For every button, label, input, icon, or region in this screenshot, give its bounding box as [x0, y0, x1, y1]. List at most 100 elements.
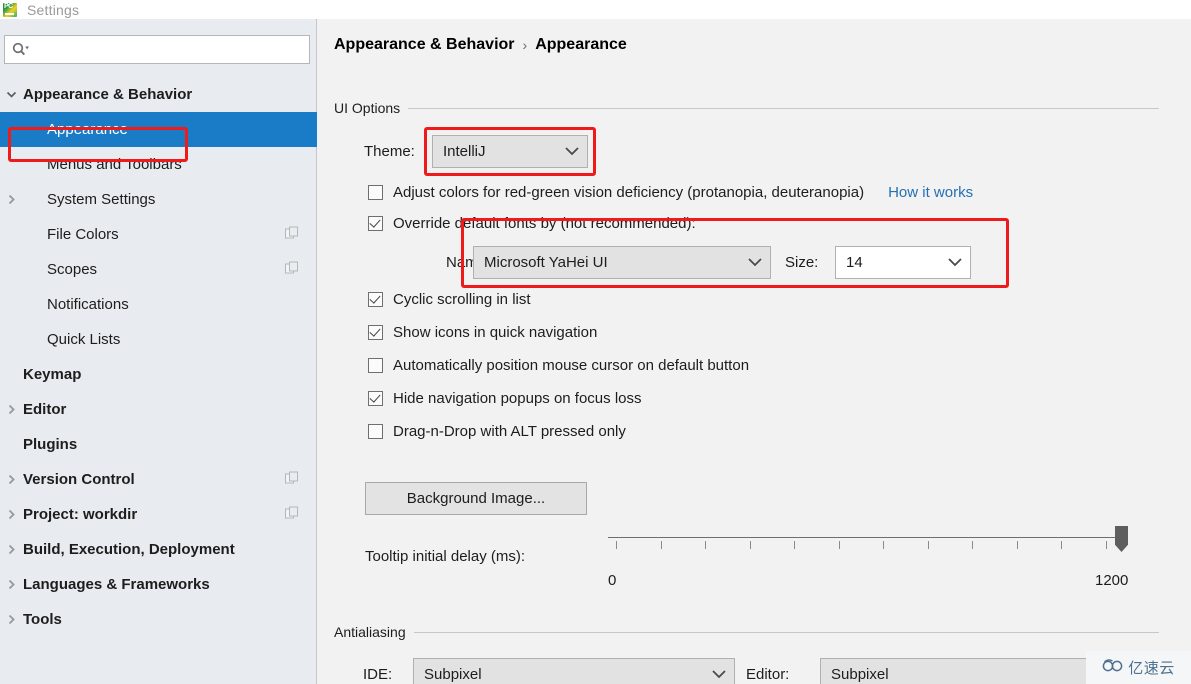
- sidebar-item-editor[interactable]: Editor: [0, 392, 317, 427]
- checkbox[interactable]: [368, 391, 383, 406]
- sidebar-item-label: Languages & Frameworks: [23, 576, 210, 593]
- slider-tick: [928, 541, 929, 549]
- settings-window: Settings Appearance & BehaviorAppearance…: [0, 0, 1191, 684]
- sidebar-item-keymap[interactable]: Keymap: [0, 357, 317, 392]
- ide-antialiasing-combobox[interactable]: Subpixel: [413, 658, 735, 684]
- watermark: 亿速云: [1086, 651, 1191, 684]
- checkbox[interactable]: [368, 292, 383, 307]
- checkbox-label: Cyclic scrolling in list: [393, 291, 531, 308]
- how-it-works-link[interactable]: How it works: [888, 184, 973, 201]
- sidebar-item-version-control[interactable]: Version Control: [0, 462, 317, 497]
- slider-ticks: [608, 541, 1128, 549]
- checkbox-row[interactable]: Show icons in quick navigation: [368, 324, 597, 341]
- sidebar-item-project-workdir[interactable]: Project: workdir: [0, 497, 317, 532]
- checkbox[interactable]: [368, 358, 383, 373]
- chevron-right-icon[interactable]: [6, 544, 17, 555]
- chevron-right-icon[interactable]: [6, 509, 17, 520]
- chevron-down-icon: [711, 666, 727, 683]
- sidebar-item-appearance[interactable]: Appearance: [0, 112, 317, 147]
- breadcrumb-root[interactable]: Appearance & Behavior: [334, 36, 515, 54]
- chevron-down-icon: [947, 254, 963, 271]
- checkbox-label: Automatically position mouse cursor on d…: [393, 357, 750, 374]
- sidebar-item-plugins[interactable]: Plugins: [0, 427, 317, 462]
- chevron-right-icon[interactable]: [6, 614, 17, 625]
- settings-content-pane: Appearance & Behavior › Appearance UI Op…: [318, 19, 1191, 684]
- chevron-down-icon: [564, 143, 580, 160]
- sidebar-item-languages-frameworks[interactable]: Languages & Frameworks: [0, 567, 317, 602]
- checkbox-row[interactable]: Drag-n-Drop with ALT pressed only: [368, 423, 626, 440]
- checkbox[interactable]: [368, 325, 383, 340]
- editor-antialiasing-value: Subpixel: [831, 666, 889, 683]
- project-scope-icon: [285, 225, 299, 244]
- slider-tick: [883, 541, 884, 549]
- background-image-button[interactable]: Background Image...: [365, 482, 587, 515]
- theme-label: Theme:: [364, 143, 415, 160]
- sidebar-item-label: Project: workdir: [23, 506, 138, 523]
- breadcrumb: Appearance & Behavior › Appearance: [334, 36, 627, 54]
- sidebar-item-appearance-behavior[interactable]: Appearance & Behavior: [0, 77, 317, 112]
- search-box[interactable]: [4, 35, 310, 64]
- sidebar-item-label: Version Control: [23, 471, 135, 488]
- slider-tick: [1106, 541, 1107, 549]
- project-scope-icon: [285, 505, 299, 524]
- override-fonts-label: Override default fonts by (not recommend…: [393, 215, 696, 232]
- cloud-logo-icon: [1102, 658, 1124, 678]
- checkbox-label: Drag-n-Drop with ALT pressed only: [393, 423, 626, 440]
- sidebar-item-label: System Settings: [47, 191, 156, 208]
- font-size-value: 14: [846, 254, 863, 271]
- breadcrumb-separator-icon: ›: [522, 37, 528, 53]
- slider-tick: [616, 541, 617, 549]
- font-size-combobox[interactable]: 14: [835, 246, 971, 279]
- sidebar-item-label: File Colors: [47, 226, 119, 243]
- font-size-label: Size:: [785, 254, 819, 271]
- sidebar-item-label: Plugins: [23, 436, 78, 453]
- checkbox-row[interactable]: Automatically position mouse cursor on d…: [368, 357, 749, 374]
- checkbox-row[interactable]: Hide navigation popups on focus loss: [368, 390, 642, 407]
- chevron-right-icon[interactable]: [6, 404, 17, 415]
- title-bar: Settings: [0, 0, 1191, 19]
- checkbox-row[interactable]: Cyclic scrolling in list: [368, 291, 531, 308]
- slider-tick: [661, 541, 662, 549]
- theme-combobox[interactable]: IntelliJ: [432, 135, 588, 168]
- pycharm-icon: [3, 2, 17, 17]
- tooltip-delay-slider[interactable]: [608, 524, 1138, 554]
- editor-antialiasing-label: Editor:: [746, 666, 790, 683]
- sidebar-item-file-colors[interactable]: File Colors: [0, 217, 317, 252]
- colorblind-row[interactable]: Adjust colors for red-green vision defic…: [368, 184, 973, 201]
- chevron-right-icon[interactable]: [6, 194, 17, 205]
- search-input[interactable]: [34, 38, 288, 61]
- slider-tick: [750, 541, 751, 549]
- chevron-down-icon: [747, 254, 763, 271]
- checkbox[interactable]: [368, 424, 383, 439]
- override-fonts-checkbox[interactable]: [368, 216, 383, 231]
- tooltip-delay-label: Tooltip initial delay (ms):: [365, 548, 526, 565]
- sidebar-item-label: Menus and Toolbars: [47, 156, 182, 173]
- sidebar-item-tools[interactable]: Tools: [0, 602, 317, 637]
- sidebar-item-menus-and-toolbars[interactable]: Menus and Toolbars: [0, 147, 317, 182]
- sidebar-item-label: Editor: [23, 401, 67, 418]
- sidebar-item-label: Quick Lists: [47, 331, 121, 348]
- sidebar-item-scopes[interactable]: Scopes: [0, 252, 317, 287]
- breadcrumb-current: Appearance: [535, 36, 627, 53]
- slider-min-label: 0: [608, 572, 617, 589]
- sidebar-item-notifications[interactable]: Notifications: [0, 287, 317, 322]
- antialiasing-divider: [413, 631, 1159, 633]
- project-scope-icon: [285, 470, 299, 489]
- colorblind-label: Adjust colors for red-green vision defic…: [393, 184, 865, 201]
- colorblind-checkbox[interactable]: [368, 185, 383, 200]
- chevron-right-icon[interactable]: [6, 474, 17, 485]
- ide-antialiasing-label: IDE:: [363, 666, 393, 683]
- override-fonts-row[interactable]: Override default fonts by (not recommend…: [368, 215, 696, 232]
- sidebar-item-build-execution-deployment[interactable]: Build, Execution, Deployment: [0, 532, 317, 567]
- sidebar-item-label: Appearance: [47, 121, 128, 138]
- chevron-right-icon[interactable]: [6, 579, 17, 590]
- slider-track: [608, 537, 1128, 538]
- sidebar-item-quick-lists[interactable]: Quick Lists: [0, 322, 317, 357]
- antialiasing-title: Antialiasing: [334, 624, 406, 640]
- chevron-down-icon[interactable]: [6, 89, 17, 100]
- font-name-combobox[interactable]: Microsoft YaHei UI: [473, 246, 771, 279]
- antialiasing-group-header: Antialiasing: [334, 624, 1159, 640]
- sidebar-item-system-settings[interactable]: System Settings: [0, 182, 317, 217]
- checkbox-label: Hide navigation popups on focus loss: [393, 390, 642, 407]
- settings-tree: Appearance & Behavior Appearance Menus and…: [0, 77, 317, 637]
